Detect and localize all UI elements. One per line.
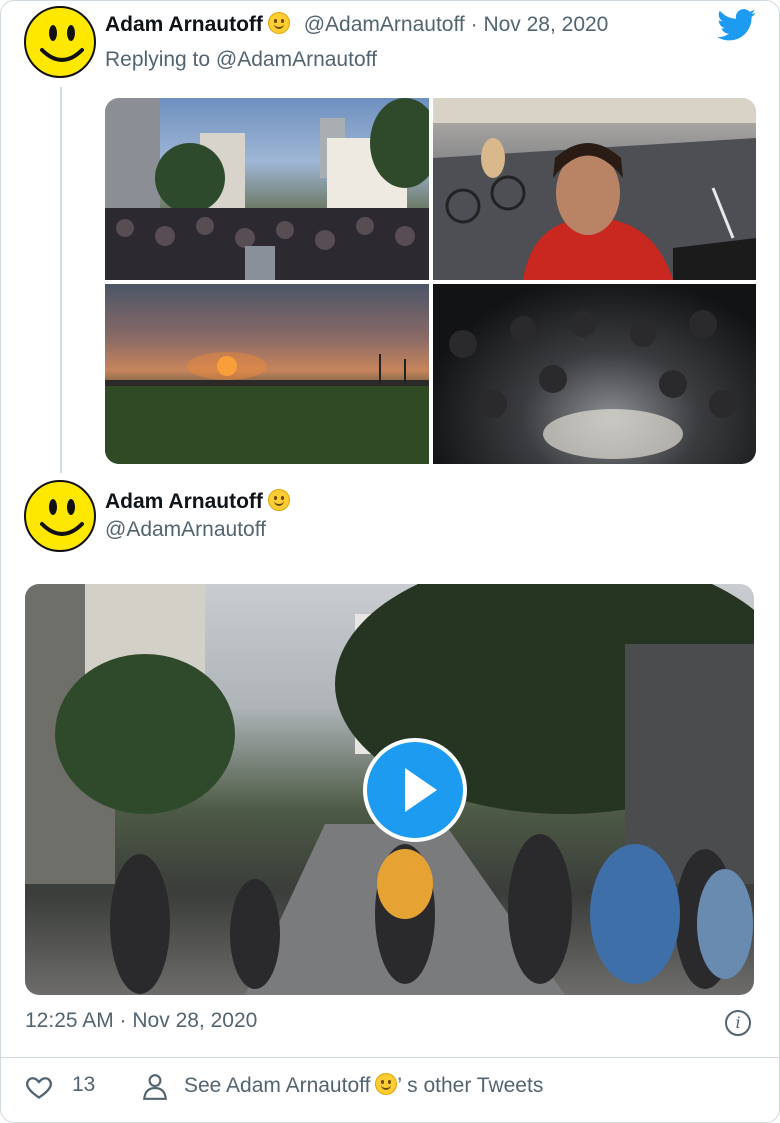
- tweet-header: Adam Arnautoff: [105, 489, 290, 515]
- like-count[interactable]: 13: [72, 1073, 95, 1097]
- thread-line: [60, 87, 62, 473]
- author-name[interactable]: Adam Arnautoff: [105, 490, 263, 513]
- see-prefix: See Adam Arnautoff: [184, 1074, 371, 1097]
- play-button[interactable]: [363, 738, 467, 842]
- tweet-date[interactable]: Nov 28, 2020: [483, 13, 608, 36]
- author-name[interactable]: Adam Arnautoff: [105, 13, 263, 36]
- smiley-emoji-icon: [267, 489, 290, 511]
- crowd-photo-art: [105, 98, 429, 280]
- night-photo-art: [449, 310, 737, 459]
- heart-icon[interactable]: [25, 1073, 53, 1101]
- author-handle[interactable]: @AdamArnautoff: [304, 13, 465, 36]
- smiley-face-icon: [40, 25, 84, 62]
- info-icon[interactable]: i: [725, 1010, 751, 1036]
- person-icon: [143, 1074, 167, 1100]
- photo-crowd-protest[interactable]: [105, 98, 429, 280]
- twitter-bird-icon[interactable]: [717, 9, 757, 41]
- sunset-photo-art: [105, 352, 429, 464]
- see-suffix: ’ s other Tweets: [397, 1074, 544, 1097]
- avatar[interactable]: [24, 6, 96, 78]
- divider: [1, 1057, 779, 1058]
- see-other-tweets-link[interactable]: See Adam Arnautoff ’ s other Tweets: [184, 1073, 543, 1098]
- photo-night-gathering[interactable]: [433, 284, 756, 464]
- photo-grid: [105, 98, 756, 464]
- smiley-face-icon: [40, 499, 84, 536]
- replying-to[interactable]: Replying to @AdamArnautoff: [105, 47, 377, 73]
- photo-cyclist-selfie[interactable]: [433, 98, 756, 280]
- tweet-timestamp[interactable]: 12:25 AM · Nov 28, 2020: [25, 1009, 257, 1033]
- smiley-emoji-icon: [375, 1073, 398, 1095]
- avatar[interactable]: [24, 480, 96, 552]
- tweet-header: Adam Arnautoff @AdamArnautoff · Nov 28, …: [105, 12, 608, 38]
- date-separator: ·: [464, 13, 484, 36]
- tweet-card: Adam Arnautoff @AdamArnautoff · Nov 28, …: [0, 0, 780, 1123]
- smiley-emoji-icon: [267, 12, 290, 34]
- photo-sunset[interactable]: [105, 284, 429, 464]
- video-player[interactable]: [25, 584, 754, 995]
- author-handle[interactable]: @AdamArnautoff: [105, 517, 266, 543]
- selfie-photo-art: [433, 98, 756, 280]
